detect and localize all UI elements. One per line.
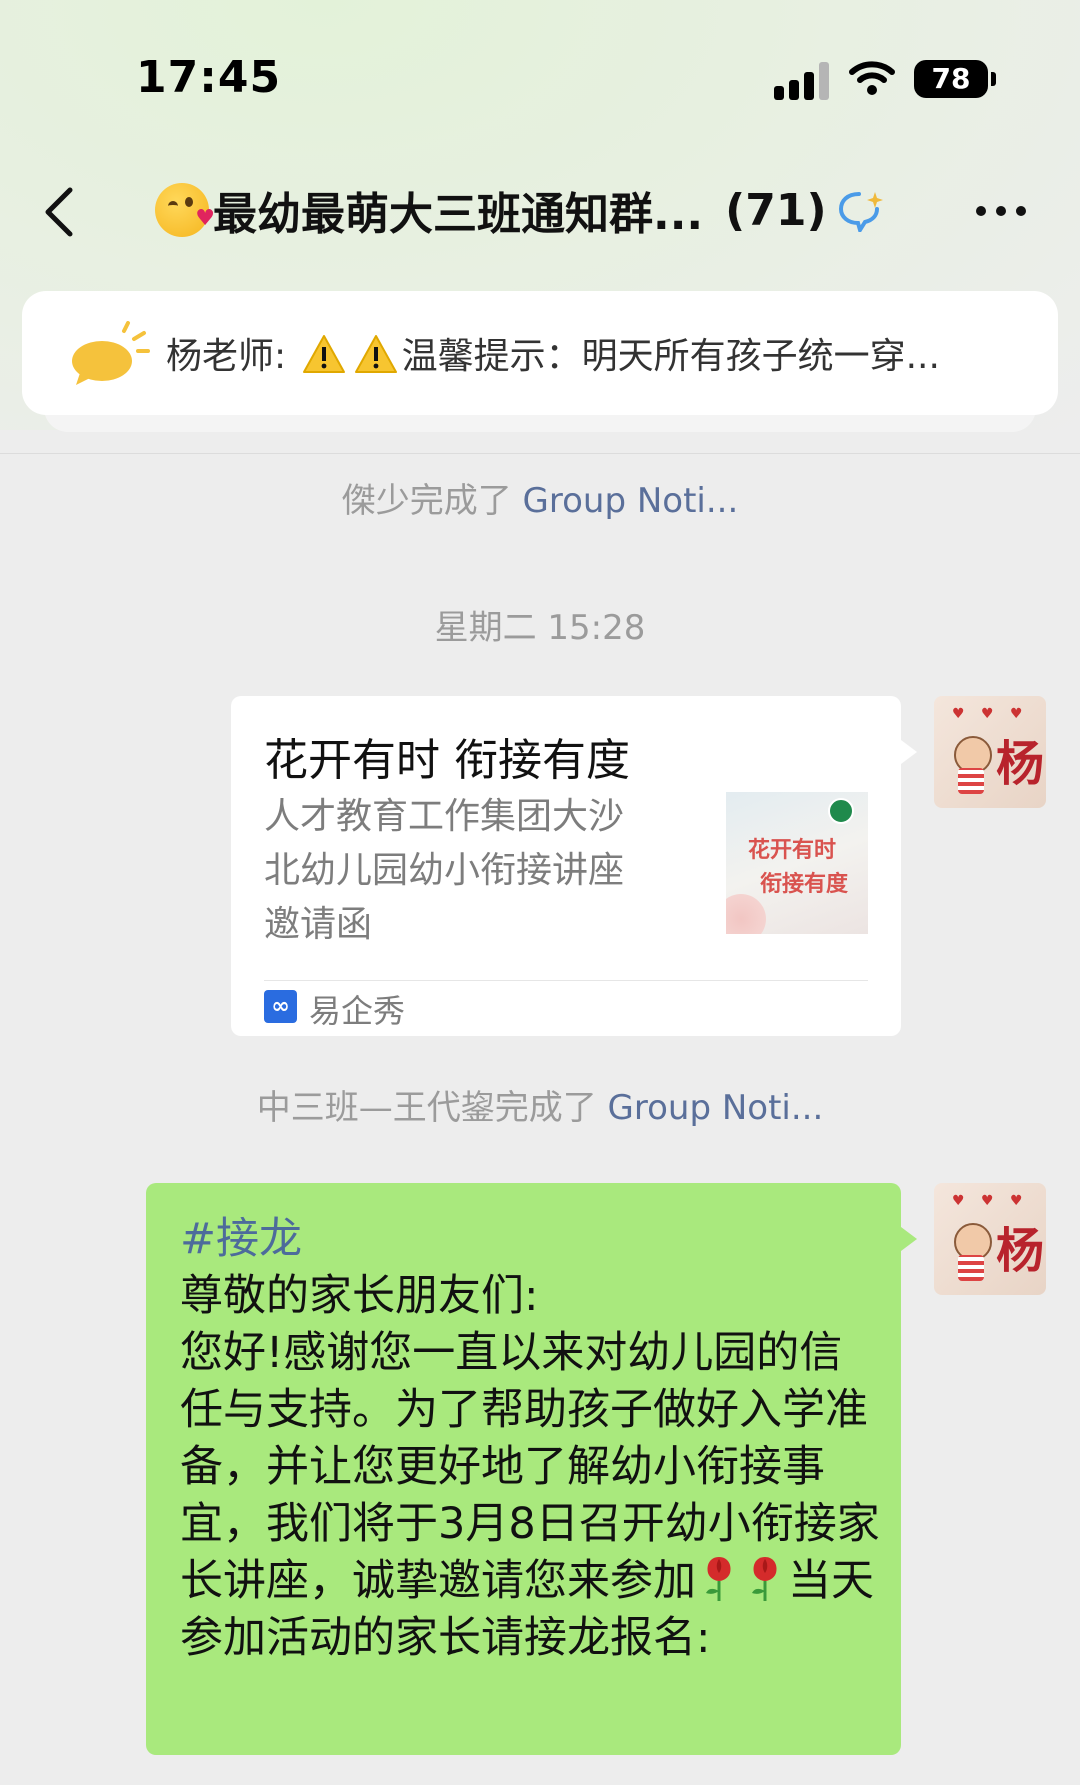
- chat-nav-bar: ♥ 最幼最萌大三班通知群... (71): [0, 160, 1080, 260]
- card-thumbnail: 花开有时 衔接有度: [726, 792, 868, 934]
- message-text: #接龙 尊敬的家长朋友们: 您好!感谢您一直以来对幼儿园的信任与支持。为了帮助孩…: [180, 1211, 880, 1667]
- wifi-icon: [849, 61, 895, 95]
- avatar-character: 杨: [996, 1223, 1045, 1279]
- notice-content: 温馨提示：明天所有孩子统一穿...: [401, 336, 940, 377]
- card-description: 人才教育工作集团大沙北幼儿园幼小衔接讲座邀请函: [264, 796, 625, 945]
- card-title: 花开有时 衔接有度: [264, 735, 630, 786]
- solitaire-tag[interactable]: #接龙: [180, 1214, 302, 1264]
- avatar[interactable]: ♥ ♥ ♥ 杨: [934, 696, 1046, 808]
- warning-icon: [302, 335, 345, 373]
- member-count: (71): [725, 184, 827, 236]
- system-actor: 傑少完成了: [341, 481, 512, 521]
- avatar-kid-body: [958, 1255, 984, 1281]
- yiqixiu-icon: ∞: [264, 990, 297, 1023]
- chat-title-text: 最幼最萌大三班通知群...: [213, 189, 704, 240]
- group-notice-link[interactable]: Group Noti...: [608, 1088, 824, 1128]
- notice-sender: 杨老师:: [166, 336, 287, 377]
- system-message: 傑少完成了 Group Noti...: [0, 473, 1080, 522]
- warning-icon: [354, 335, 397, 373]
- avatar-hearts: ♥ ♥ ♥: [952, 1193, 1029, 1209]
- battery-indicator: 78: [914, 60, 996, 98]
- thumb-title-2: 衔接有度: [760, 872, 849, 897]
- chat-title[interactable]: ♥ 最幼最萌大三班通知群... (71): [155, 180, 885, 240]
- status-time: 17:45: [136, 52, 282, 103]
- card-source: 易企秀: [309, 992, 406, 1030]
- rose-icon: [706, 1557, 731, 1601]
- cellular-signal-icon: [774, 62, 830, 100]
- more-dots-icon[interactable]: [976, 196, 1028, 226]
- chat-ai-icon[interactable]: [837, 188, 885, 232]
- group-notice-link[interactable]: Group Noti...: [523, 481, 739, 521]
- system-actor: 中三班—王代鋆完成了: [256, 1088, 597, 1128]
- card-divider: [264, 980, 868, 981]
- thumb-flower-decoration: [726, 894, 766, 934]
- school-logo-icon: [828, 798, 854, 824]
- notice-bubble-icon: [72, 321, 150, 385]
- avatar[interactable]: ♥ ♥ ♥ 杨: [934, 1183, 1046, 1295]
- avatar-character: 杨: [996, 736, 1045, 792]
- text-message-bubble[interactable]: #接龙 尊敬的家长朋友们: 您好!感谢您一直以来对幼儿园的信任与支持。为了帮助孩…: [146, 1183, 917, 1755]
- status-bar: 17:45 78: [0, 0, 1080, 160]
- message-timestamp: 星期二 15:28: [434, 608, 646, 648]
- pinned-notice-text: 杨老师: 温馨提示：明天所有孩子统一穿...: [166, 327, 1036, 379]
- avatar-kid-body: [958, 768, 984, 794]
- divider: [0, 453, 1080, 454]
- pinned-group-notice[interactable]: 杨老师: 温馨提示：明天所有孩子统一穿...: [22, 291, 1058, 415]
- rose-icon: [752, 1557, 777, 1601]
- thumb-title-1: 花开有时: [748, 838, 837, 863]
- avatar-hearts: ♥ ♥ ♥: [952, 706, 1029, 722]
- system-message: 中三班—王代鋆完成了 Group Noti...: [0, 1080, 1080, 1129]
- link-card-message[interactable]: 花开有时 衔接有度 人才教育工作集团大沙北幼儿园幼小衔接讲座邀请函 花开有时 衔…: [231, 696, 917, 1036]
- back-chevron-icon[interactable]: [40, 182, 80, 242]
- kissing-face-emoji-icon: ♥: [155, 183, 215, 237]
